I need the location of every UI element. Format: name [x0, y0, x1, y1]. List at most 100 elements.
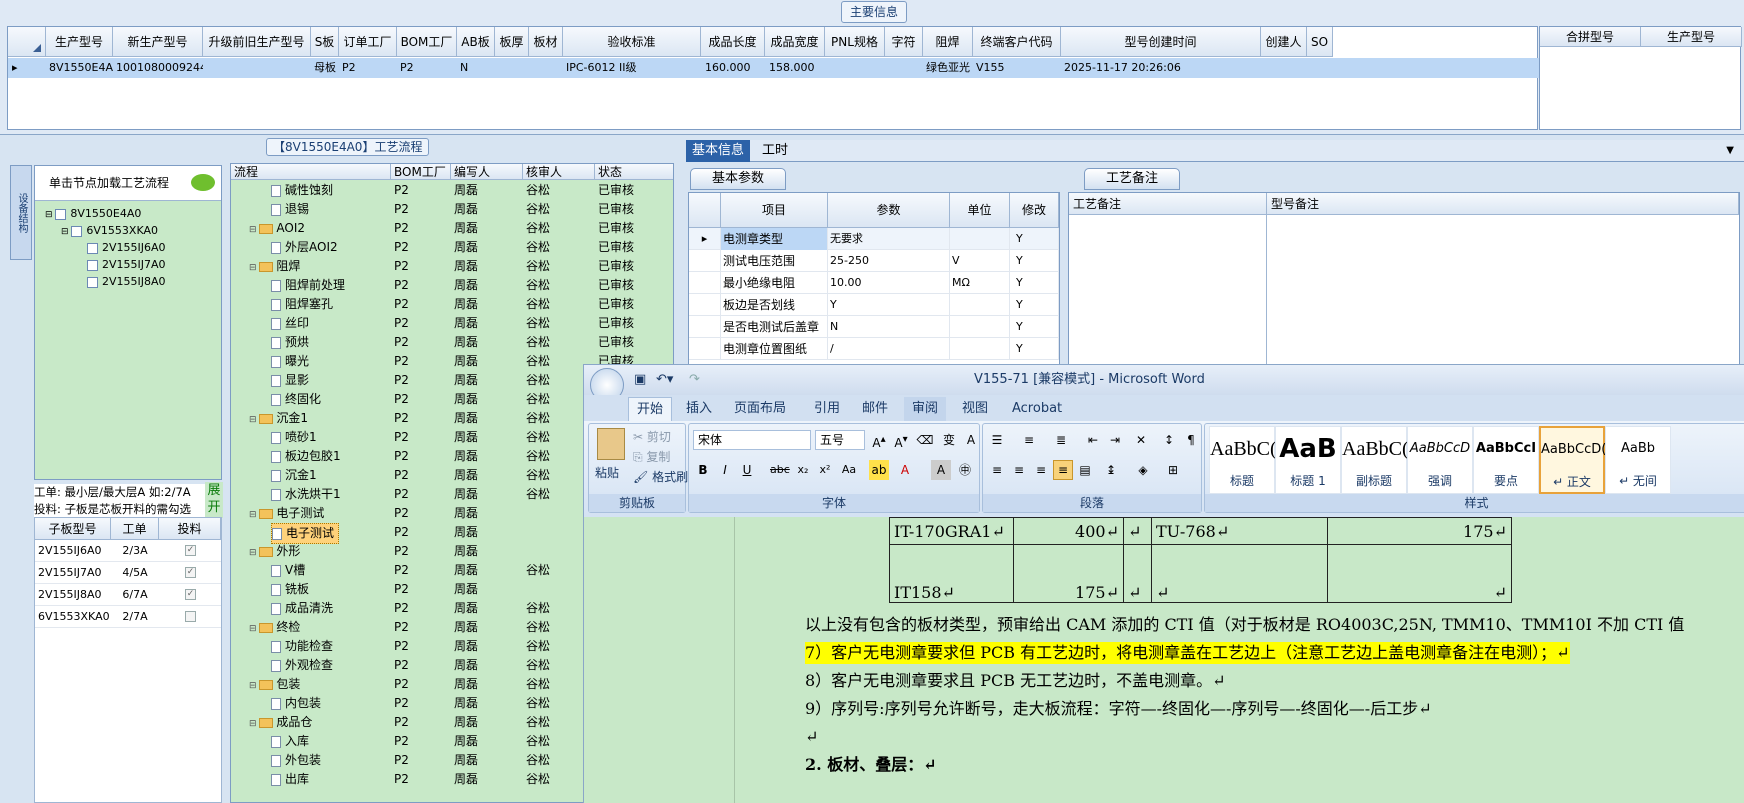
param-row[interactable]: 电测章位置图纸 / Y	[689, 338, 1059, 360]
word-tab-mailings[interactable]: 邮件	[854, 397, 896, 421]
table-cell[interactable]	[203, 58, 311, 78]
collapse-icon[interactable]: ⊟	[249, 719, 259, 729]
word-tab-review[interactable]: 审阅	[904, 397, 947, 421]
style-gallery-item[interactable]: AaBbC( 副标题	[1341, 426, 1409, 494]
sort-icon[interactable]: ↕	[1159, 430, 1179, 450]
table-cell[interactable]: IPC-6012 II级	[563, 58, 701, 78]
collapse-icon[interactable]: ⊟	[249, 415, 259, 425]
param-header-edit[interactable]: 修改	[1010, 193, 1059, 228]
param-edit[interactable]: Y	[1010, 228, 1059, 250]
sub-header-order[interactable]: 工单	[111, 518, 159, 540]
column-header[interactable]: 验收标准	[563, 27, 701, 57]
remark-header-model[interactable]: 型号备注	[1267, 193, 1739, 215]
param-edit[interactable]: Y	[1010, 338, 1059, 360]
param-header-unit[interactable]: 单位	[950, 193, 1010, 228]
word-tab-acrobat[interactable]: Acrobat	[1004, 397, 1070, 421]
table-cell[interactable]	[885, 58, 923, 78]
shrink-font-icon[interactable]: A▾	[891, 430, 911, 450]
column-header[interactable]: BOM工厂	[397, 27, 457, 57]
process-remark-area[interactable]	[1069, 215, 1267, 365]
table-cell[interactable]: 2025-11-17 20:26:06	[1061, 58, 1261, 78]
sub-header-feed[interactable]: 投料	[159, 518, 221, 540]
collapse-icon[interactable]: ⊟	[249, 548, 259, 558]
param-row[interactable]: 板边是否划线 Y Y	[689, 294, 1059, 316]
param-value[interactable]: 10.00	[828, 272, 950, 294]
collapse-icon[interactable]: ⊟	[249, 263, 259, 273]
tree-node-root[interactable]: ⊟ 8V1550E4A0	[45, 206, 141, 222]
merge-header[interactable]: 合拼型号	[1540, 27, 1641, 47]
bullets-icon[interactable]: ☰	[987, 430, 1007, 450]
table-cell[interactable]: 158.000	[765, 58, 825, 78]
param-row[interactable]: 最小绝缘电阻 10.00 MΩ Y	[689, 272, 1059, 294]
copy-button[interactable]: ⎘ 复制	[633, 448, 670, 465]
param-row[interactable]: ▸ 电测章类型 无要求 Y	[689, 228, 1059, 250]
phonetic-icon[interactable]: 变	[939, 430, 959, 450]
table-cell[interactable]: 8V1550E4A0	[46, 58, 113, 78]
remark-header-process[interactable]: 工艺备注	[1069, 193, 1267, 215]
param-value[interactable]: N	[828, 316, 950, 338]
superscript-icon[interactable]: x²	[815, 460, 835, 480]
param-header-item[interactable]: 项目	[721, 193, 828, 228]
column-header[interactable]: 成品宽度	[765, 27, 825, 57]
flow-row[interactable]: 预烘 P2 周磊 谷松 已审核	[231, 333, 673, 352]
tab-process-remark[interactable]: 工艺备注	[1084, 168, 1180, 190]
word-tab-home[interactable]: 开始	[628, 397, 673, 421]
column-header[interactable]: PNL规格	[825, 27, 885, 57]
param-header-value[interactable]: 参数	[828, 193, 950, 228]
flow-header-status[interactable]: 状态	[595, 164, 673, 180]
justify-icon[interactable]: ≡	[1053, 460, 1073, 480]
flow-row[interactable]: ⊟ 阻焊 P2 周磊 谷松 已审核	[231, 257, 673, 276]
table-cell[interactable]	[1261, 58, 1307, 78]
column-header[interactable]: SO	[1307, 27, 1333, 57]
word-tab-references[interactable]: 引用	[806, 397, 848, 421]
feed-checkbox[interactable]	[185, 611, 196, 622]
column-header[interactable]: 板材	[529, 27, 563, 57]
grow-font-icon[interactable]: A▴	[869, 430, 889, 450]
change-case-icon[interactable]: Aa	[839, 460, 859, 480]
flow-row[interactable]: 丝印 P2 周磊 谷松 已审核	[231, 314, 673, 333]
flow-header-writer[interactable]: 编写人	[451, 164, 523, 180]
flow-row[interactable]: 碱性蚀刻 P2 周磊 谷松 已审核	[231, 181, 673, 200]
table-cell[interactable]	[1307, 58, 1333, 78]
collapse-icon[interactable]: ⊟	[249, 681, 259, 691]
word-tab-view[interactable]: 视图	[954, 397, 996, 421]
highlight-icon[interactable]: ab	[869, 460, 889, 480]
flow-row[interactable]: 退锡 P2 周磊 谷松 已审核	[231, 200, 673, 219]
table-cell[interactable]: 绿色亚光	[923, 58, 973, 78]
sub-header-model[interactable]: 子板型号	[35, 518, 111, 540]
word-tab-layout[interactable]: 页面布局	[726, 397, 794, 421]
sub-board-row[interactable]: 2V155IJ7A0 4/5A ✓	[35, 562, 221, 584]
table-cell[interactable]: 160.000	[701, 58, 765, 78]
merge-prod-header[interactable]: 生产型号	[1641, 27, 1742, 47]
flow-row[interactable]: 阻焊塞孔 P2 周磊 谷松 已审核	[231, 295, 673, 314]
param-value[interactable]: 无要求	[828, 228, 950, 250]
column-header[interactable]: 型号创建时间	[1061, 27, 1261, 57]
decrease-indent-icon[interactable]: ⇤	[1083, 430, 1103, 450]
distributed-icon[interactable]: ▤	[1075, 460, 1095, 480]
param-value[interactable]: /	[828, 338, 950, 360]
column-header[interactable]: 生产型号	[46, 27, 113, 57]
style-gallery-item[interactable]: AaB 标题 1	[1275, 426, 1341, 494]
param-row[interactable]: 是否电测试后盖章 N Y	[689, 316, 1059, 338]
column-header[interactable]: 升级前旧生产型号	[203, 27, 311, 57]
collapse-icon[interactable]: ⊟	[249, 510, 259, 520]
tab-work-hours[interactable]: 工时	[756, 140, 794, 162]
tree-node-leaf[interactable]: 2V155IJ6A0	[87, 240, 166, 256]
style-gallery-item[interactable]: AaBbC( 标题	[1209, 426, 1277, 494]
style-gallery-item[interactable]: AaBbCcD 强调	[1407, 426, 1473, 494]
sub-board-row[interactable]: 2V155IJ6A0 2/3A ✓	[35, 540, 221, 562]
bold-icon[interactable]: B	[693, 460, 713, 480]
char-shading-icon[interactable]: A	[931, 460, 951, 480]
style-gallery-item[interactable]: AaBbCcI 要点	[1473, 426, 1539, 494]
sub-board-row[interactable]: 6V1553XKA0 2/7A	[35, 606, 221, 628]
feed-checkbox[interactable]: ✓	[185, 545, 196, 556]
clear-format-icon[interactable]: ⌫	[915, 430, 935, 450]
feed-checkbox[interactable]: ✓	[185, 567, 196, 578]
table-cell[interactable]: 母板	[311, 58, 339, 78]
table-cell[interactable]: P2	[397, 58, 457, 78]
param-value[interactable]: Y	[828, 294, 950, 316]
table-cell[interactable]: N	[457, 58, 495, 78]
table-cell[interactable]	[825, 58, 885, 78]
show-marks-icon[interactable]: ¶	[1181, 430, 1201, 450]
enclose-char-icon[interactable]: ㊥	[955, 460, 975, 480]
